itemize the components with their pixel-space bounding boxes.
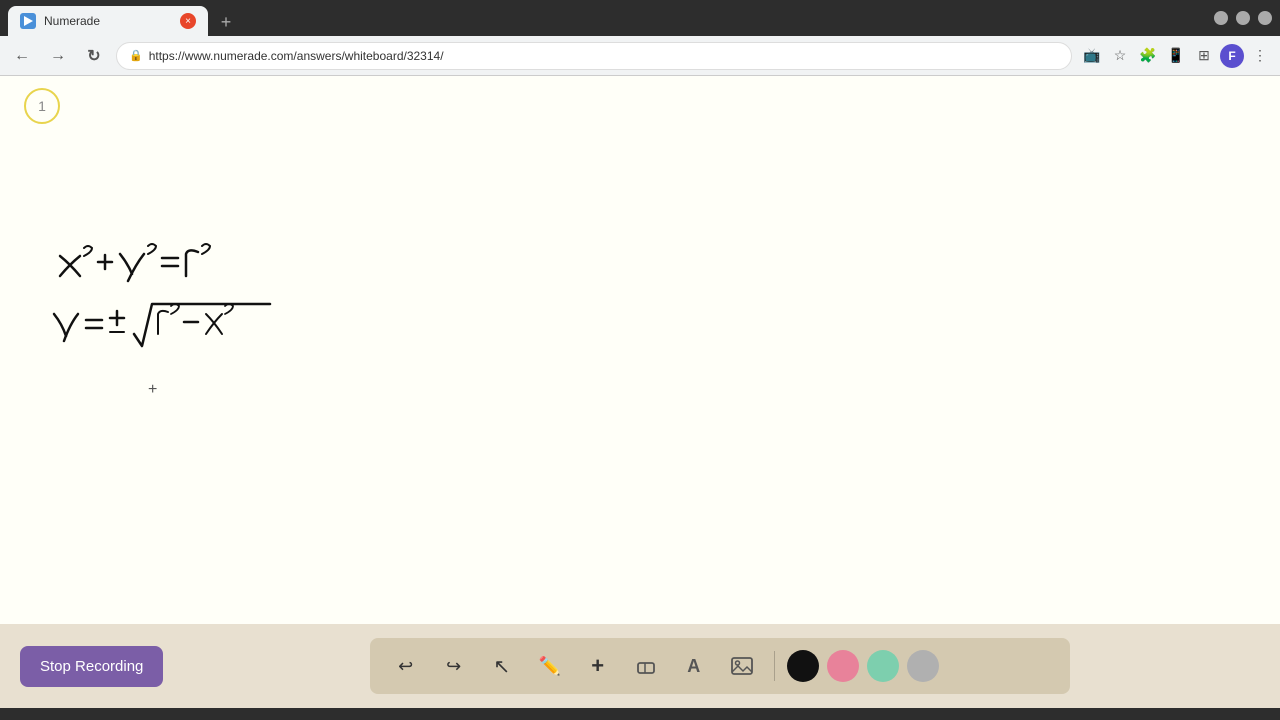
math-equations — [40, 226, 320, 386]
image-icon — [730, 654, 754, 678]
pen-tool-button[interactable]: ✏️ — [530, 646, 570, 686]
add-tool-button[interactable]: + — [578, 646, 618, 686]
text-tool-button[interactable]: A — [674, 646, 714, 686]
toolbar: ↩ ↪ ↖ ✏️ + A — [370, 638, 1070, 694]
maximize-button[interactable] — [1236, 11, 1250, 25]
toolbar-separator — [774, 651, 775, 681]
url-text: https://www.numerade.com/answers/whitebo… — [149, 49, 444, 63]
tab-title: Numerade — [44, 14, 172, 28]
page-number: 1 — [24, 88, 60, 124]
color-black-button[interactable] — [787, 650, 819, 682]
profile-avatar[interactable]: F — [1220, 44, 1244, 68]
title-bar: Numerade × + — [0, 0, 1280, 36]
color-green-button[interactable] — [867, 650, 899, 682]
whiteboard[interactable]: 1 — [0, 76, 1280, 624]
stop-recording-button[interactable]: Stop Recording — [20, 646, 163, 687]
image-tool-button[interactable] — [722, 646, 762, 686]
cast-icon[interactable]: 📺 — [1080, 44, 1104, 68]
new-tab-button[interactable]: + — [212, 8, 240, 36]
redo-button[interactable]: ↪ — [434, 646, 474, 686]
bottom-area: Stop Recording ↩ ↪ ↖ ✏️ + A — [0, 624, 1280, 708]
color-gray-button[interactable] — [907, 650, 939, 682]
browser-tab[interactable]: Numerade × — [8, 6, 208, 36]
lock-icon: 🔒 — [129, 49, 143, 62]
minimize-button[interactable] — [1214, 11, 1228, 25]
window-controls — [1214, 11, 1272, 25]
tab-close-button[interactable]: × — [180, 13, 196, 29]
back-button[interactable]: ← — [8, 42, 36, 70]
undo-button[interactable]: ↩ — [386, 646, 426, 686]
color-pink-button[interactable] — [827, 650, 859, 682]
select-tool-button[interactable]: ↖ — [482, 646, 522, 686]
url-bar[interactable]: 🔒 https://www.numerade.com/answers/white… — [116, 42, 1072, 70]
screenshots-icon[interactable]: 📱 — [1164, 44, 1188, 68]
address-actions: 📺 ☆ 🧩 📱 ⊞ F ⋮ — [1080, 44, 1272, 68]
tab-favicon — [20, 13, 36, 29]
address-bar: ← → ↻ 🔒 https://www.numerade.com/answers… — [0, 36, 1280, 76]
favicon-icon — [24, 16, 33, 26]
reload-button[interactable]: ↻ — [80, 42, 108, 70]
bookmark-icon[interactable]: ☆ — [1108, 44, 1132, 68]
window-close-button[interactable] — [1258, 11, 1272, 25]
eraser-icon — [635, 655, 657, 677]
forward-button[interactable]: → — [44, 42, 72, 70]
apps-icon[interactable]: ⊞ — [1192, 44, 1216, 68]
menu-icon[interactable]: ⋮ — [1248, 44, 1272, 68]
eraser-tool-button[interactable] — [626, 646, 666, 686]
extension-icon[interactable]: 🧩 — [1136, 44, 1160, 68]
